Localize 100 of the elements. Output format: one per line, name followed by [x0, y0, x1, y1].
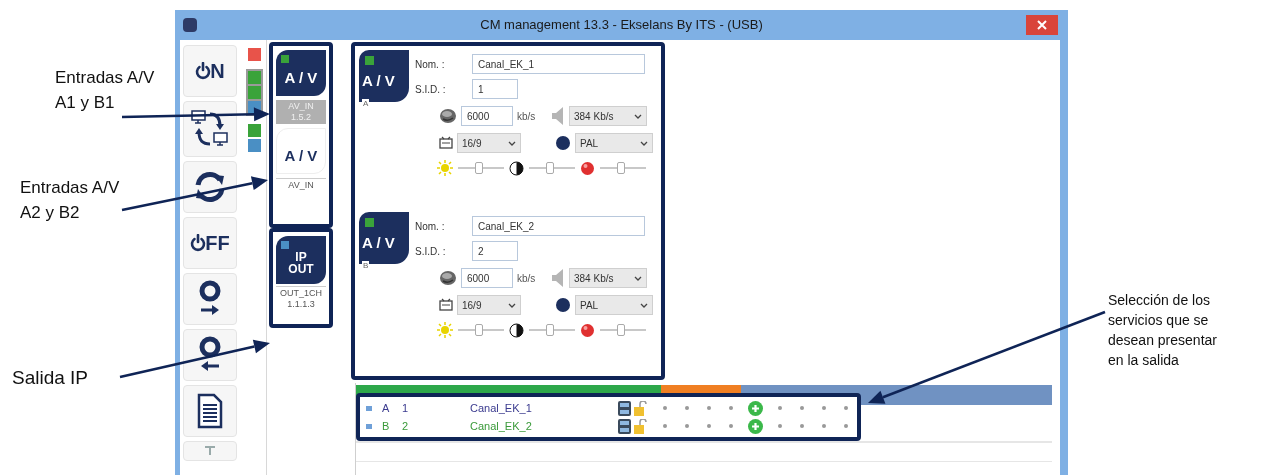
save-icon[interactable] — [618, 418, 631, 434]
table-cell-text: 1 — [402, 400, 410, 416]
sid-field[interactable]: 2 — [472, 241, 518, 261]
aspect-select[interactable]: 16/9 — [457, 295, 521, 315]
add-icon[interactable] — [748, 418, 763, 434]
option-dot[interactable] — [822, 424, 826, 428]
chevron-icon — [634, 113, 642, 119]
field-label: S.I.D. : — [415, 82, 447, 97]
toolbar-button[interactable] — [183, 273, 237, 325]
brightness-icon — [437, 322, 453, 338]
disc-arrow-left-icon — [197, 336, 223, 374]
badge-sub-label: B — [362, 261, 370, 270]
chevron-icon — [508, 140, 516, 146]
chip-icon — [439, 270, 457, 286]
row-marker — [366, 405, 372, 411]
option-dot[interactable] — [800, 406, 804, 410]
module-card[interactable]: IP OUT — [276, 236, 326, 284]
table-cell-text: 2 — [402, 418, 410, 434]
slider-thumb[interactable] — [474, 162, 483, 174]
callout-text: Selección de los servicios que se desean presentar en la salida — [1108, 291, 1217, 370]
unit-label: kb/s — [517, 271, 537, 286]
slider-thumb[interactable] — [545, 162, 554, 174]
toolbar-button[interactable] — [183, 161, 237, 213]
module-label: OUT_1CH 1.1.1.3 — [276, 286, 326, 311]
off-label: FF — [205, 233, 230, 253]
option-dot[interactable] — [844, 406, 848, 410]
option-dot[interactable] — [822, 406, 826, 410]
option-dot[interactable] — [800, 424, 804, 428]
callout-text: Salida IP — [12, 366, 89, 390]
toolbar-button[interactable]: FF — [183, 217, 237, 269]
slider-thumb[interactable] — [474, 324, 483, 336]
window-title: CM management 13.3 - Ekselans By ITS - (USB) — [480, 16, 763, 35]
name-field[interactable]: Canal_EK_1 — [472, 54, 645, 74]
badge-label: A / V — [362, 72, 396, 88]
slider-thumb[interactable] — [545, 324, 554, 336]
option-dot[interactable] — [778, 424, 782, 428]
toolbar-button[interactable] — [183, 329, 237, 381]
slider-thumb[interactable] — [616, 162, 625, 174]
power-icon — [195, 62, 212, 80]
sid-field[interactable]: 1 — [472, 79, 518, 99]
chip-icon — [439, 108, 457, 124]
option-dot[interactable] — [663, 406, 667, 410]
name-field[interactable]: Canal_EK_2 — [472, 216, 645, 236]
color-icon — [580, 322, 595, 338]
app-icon — [183, 18, 197, 32]
toolbar-button[interactable] — [183, 101, 237, 157]
chevron-icon — [640, 140, 648, 146]
table-cell-text: Canal_EK_1 — [470, 400, 533, 416]
brightness-icon — [437, 160, 453, 176]
badge-sub-label: A — [362, 99, 370, 108]
toolbar-button[interactable] — [183, 385, 237, 437]
globe-icon — [555, 135, 571, 151]
option-dot[interactable] — [663, 424, 667, 428]
field-label: Nom. : — [415, 219, 446, 234]
toolbar-button[interactable]: N — [183, 45, 237, 97]
save-icon[interactable] — [618, 400, 631, 416]
option-dot[interactable] — [778, 406, 782, 410]
bitrate-field[interactable]: 6000 — [461, 268, 513, 288]
audio-select[interactable]: 384 Kb/s — [569, 106, 647, 126]
badge-label: A / V — [362, 234, 396, 250]
module-card[interactable]: A / V — [276, 50, 326, 96]
standard-select[interactable]: PAL — [575, 295, 653, 315]
slider-thumb[interactable] — [616, 324, 625, 336]
screen-icon — [439, 298, 453, 312]
table-cell-text: B — [382, 418, 391, 434]
on-label: N — [210, 61, 225, 81]
module-label: AV_IN 1.5.2 — [276, 100, 326, 124]
field-label: Nom. : — [415, 57, 446, 72]
module-card[interactable]: A / V — [276, 128, 326, 174]
option-dot[interactable] — [685, 406, 689, 410]
status-led — [365, 56, 374, 65]
status-led — [365, 218, 374, 227]
document-icon — [197, 393, 223, 429]
close-button[interactable] — [1026, 15, 1058, 35]
speaker-icon — [551, 106, 565, 126]
speaker-icon — [551, 268, 565, 288]
field-label: S.I.D. : — [415, 244, 447, 259]
screen-icon — [439, 136, 453, 150]
unit-label: kb/s — [517, 109, 537, 124]
power-icon — [190, 234, 207, 252]
audio-select[interactable]: 384 Kb/s — [569, 268, 647, 288]
option-dot[interactable] — [729, 406, 733, 410]
disc-arrow-right-icon — [197, 280, 223, 318]
option-dot[interactable] — [707, 424, 711, 428]
bitrate-field[interactable]: 6000 — [461, 106, 513, 126]
table-cell-text: A — [382, 400, 391, 416]
contrast-icon — [509, 160, 524, 176]
add-icon[interactable] — [748, 400, 763, 416]
row-marker — [366, 423, 372, 429]
chevron-icon — [634, 275, 642, 281]
standard-select[interactable]: PAL — [575, 133, 653, 153]
aspect-select[interactable]: 16/9 — [457, 133, 521, 153]
close-icon — [1037, 20, 1047, 30]
option-dot[interactable] — [685, 424, 689, 428]
refresh-icon — [193, 170, 227, 204]
contrast-icon — [509, 322, 524, 338]
option-dot[interactable] — [729, 424, 733, 428]
globe-icon — [555, 297, 571, 313]
option-dot[interactable] — [844, 424, 848, 428]
option-dot[interactable] — [707, 406, 711, 410]
